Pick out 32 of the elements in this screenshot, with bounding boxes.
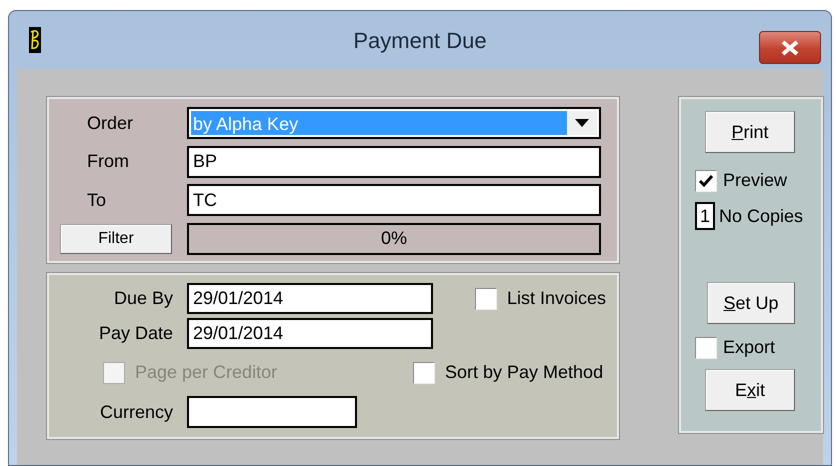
print-button[interactable]: Print — [705, 111, 795, 153]
setup-button[interactable]: Set Up — [707, 282, 795, 324]
checkbox-label: List Invoices — [507, 287, 606, 310]
field-label: From — [86, 150, 130, 174]
checkbox-label: Export — [723, 336, 776, 359]
checkbox-label: Sort by Pay Method — [445, 361, 604, 384]
dropdown-arrow-icon[interactable] — [575, 119, 589, 128]
field-label: To — [86, 188, 108, 212]
pay-date-field[interactable]: 29/01/2014 — [187, 318, 433, 349]
progress-reading: 0% — [380, 227, 407, 250]
checkbox-label: Page per Creditor — [135, 361, 278, 384]
checkbox[interactable] — [475, 288, 497, 310]
field-label: Order — [86, 112, 134, 135]
checkbox[interactable] — [413, 362, 435, 384]
due-by-field[interactable]: 29/01/2014 — [187, 283, 433, 314]
filter-button[interactable]: Filter — [60, 224, 172, 254]
checkbox-label: Preview — [723, 169, 788, 192]
checkbox[interactable] — [695, 170, 717, 192]
to-field[interactable]: TC — [187, 184, 601, 216]
app-icon — [29, 27, 41, 53]
field-label: No Copies — [719, 204, 804, 228]
close-button[interactable] — [759, 31, 821, 64]
field-label: Currency — [98, 400, 173, 424]
field-label: Due By — [112, 287, 173, 310]
copies-field[interactable]: 1 — [695, 202, 716, 230]
close-icon[interactable] — [780, 40, 800, 56]
window-title: Payment Due — [353, 28, 487, 52]
exit-button[interactable]: Exit — [705, 369, 795, 411]
currency-field[interactable] — [187, 396, 357, 428]
checkbox[interactable] — [695, 336, 717, 358]
from-field[interactable]: BP — [187, 146, 601, 178]
field-label: Pay Date — [98, 322, 173, 345]
